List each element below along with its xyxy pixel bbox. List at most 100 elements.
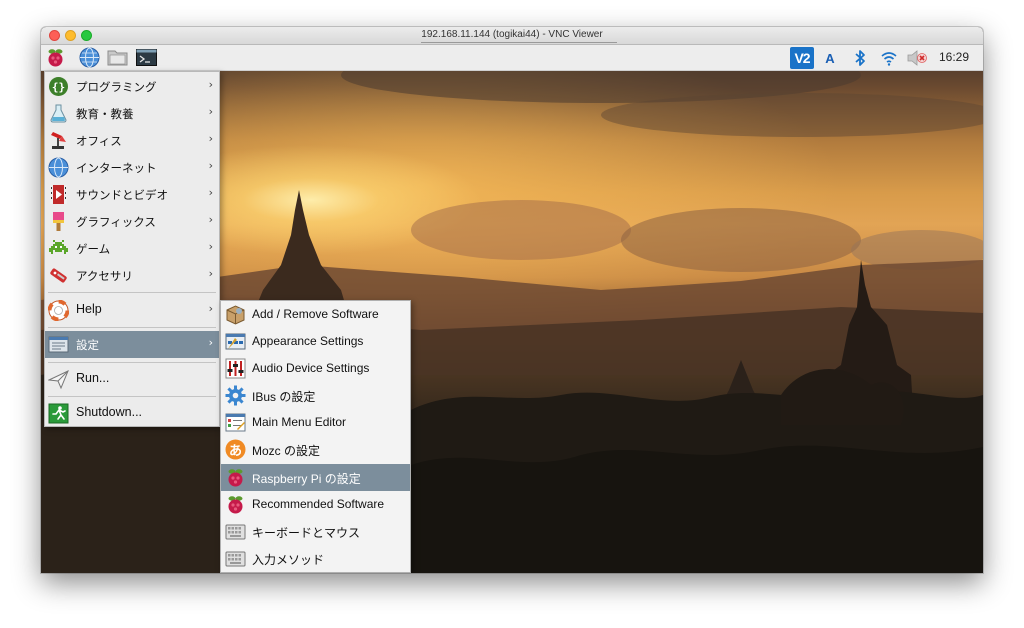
menu-item-education[interactable]: 教育・教養 ›	[45, 100, 219, 127]
office-icon	[48, 130, 69, 151]
gear-icon	[225, 385, 246, 406]
submenu-item-label: キーボードとマウス	[252, 526, 361, 540]
submenu-item-label: Raspberry Pi の設定	[252, 472, 361, 486]
clock[interactable]: 16:29	[939, 50, 969, 64]
menu-item-label: 設定	[76, 338, 99, 352]
graphics-icon	[48, 211, 69, 232]
submenu-item-recommended-software[interactable]: Recommended Software	[221, 491, 410, 518]
chevron-right-icon: ›	[208, 336, 213, 349]
chevron-right-icon: ›	[208, 213, 213, 226]
chevron-right-icon: ›	[208, 132, 213, 145]
menu-item-programming[interactable]: {} プログラミング ›	[45, 73, 219, 100]
menu-item-help[interactable]: Help ›	[45, 297, 219, 324]
settings-submenu: Add / Remove Software Appearance Setting…	[220, 300, 411, 573]
menu-item-label: 教育・教養	[76, 107, 134, 121]
web-browser-icon[interactable]	[79, 47, 100, 68]
wifi-icon[interactable]	[879, 48, 899, 68]
keyboard-icon	[225, 548, 246, 569]
menu-item-sound-video[interactable]: サウンドとビデオ ›	[45, 181, 219, 208]
menu-separator	[48, 292, 216, 293]
menu-item-shutdown[interactable]: Shutdown...	[45, 400, 219, 427]
title-bar[interactable]: 192.168.11.144 (togikai44) - VNC Viewer	[41, 27, 983, 45]
settings-icon	[48, 334, 69, 355]
menu-item-label: オフィス	[76, 134, 122, 148]
bluetooth-icon[interactable]	[852, 48, 868, 68]
title-underline	[421, 42, 617, 43]
accessories-icon	[48, 265, 69, 286]
submenu-item-input-method[interactable]: 入力メソッド	[221, 545, 410, 572]
submenu-item-label: Recommended Software	[252, 497, 385, 511]
submenu-item-label: 入力メソッド	[252, 553, 325, 567]
input-method-indicator[interactable]: A	[821, 48, 839, 68]
raspberry-menu-icon[interactable]	[45, 47, 66, 68]
file-manager-icon[interactable]	[107, 47, 128, 68]
submenu-item-audio-device-settings[interactable]: Audio Device Settings	[221, 355, 410, 382]
submenu-item-ibus-settings[interactable]: IBus の設定	[221, 382, 410, 409]
taskbar-panel: V2 A 16:29	[41, 45, 983, 71]
menu-item-label: Shutdown...	[76, 405, 143, 419]
sound-video-icon	[48, 184, 69, 205]
submenu-item-appearance-settings[interactable]: Appearance Settings	[221, 328, 410, 355]
menu-item-label: サウンドとビデオ	[76, 188, 168, 202]
window-title: 192.168.11.144 (togikai44) - VNC Viewer	[421, 29, 603, 40]
submenu-item-label: Mozc の設定	[252, 444, 321, 458]
menu-item-accessories[interactable]: アクセサリ ›	[45, 262, 219, 289]
package-icon	[225, 304, 246, 325]
menu-item-graphics[interactable]: グラフィックス ›	[45, 208, 219, 235]
menu-separator	[48, 362, 216, 363]
raspberry-icon	[225, 467, 246, 488]
menu-item-label: Run...	[76, 371, 110, 385]
menu-item-games[interactable]: ゲーム ›	[45, 235, 219, 262]
vnc-icon-text: V2	[794, 50, 810, 66]
shutdown-icon	[48, 403, 69, 424]
menu-item-label: Help	[76, 302, 102, 316]
volume-muted-icon[interactable]	[905, 48, 929, 68]
chevron-right-icon: ›	[208, 78, 213, 91]
keyboard-icon	[225, 521, 246, 542]
mozc-icon-text: あ	[228, 444, 242, 459]
chevron-right-icon: ›	[208, 159, 213, 172]
terminal-icon[interactable]	[136, 47, 157, 68]
internet-icon	[48, 157, 69, 178]
vnc-viewer-window: 192.168.11.144 (togikai44) - VNC Viewer	[41, 27, 983, 573]
programming-icon: {}	[48, 76, 69, 97]
svg-text:{}: {}	[52, 81, 65, 94]
menu-item-label: アクセサリ	[76, 269, 133, 283]
games-icon	[48, 238, 69, 259]
raspberry-icon	[225, 494, 246, 515]
submenu-item-label: Appearance Settings	[252, 334, 364, 348]
submenu-item-label: Audio Device Settings	[252, 361, 370, 375]
chevron-right-icon: ›	[208, 105, 213, 118]
menu-item-run[interactable]: Run...	[45, 366, 219, 393]
input-method-label: A	[825, 50, 835, 66]
menu-separator	[48, 396, 216, 397]
main-menu: {} プログラミング › 教育・教養 › オフィス › インターネット › サウ…	[44, 71, 220, 427]
audio-mixer-icon	[225, 358, 246, 379]
submenu-item-raspberry-pi-settings[interactable]: Raspberry Pi の設定	[221, 464, 410, 491]
menu-item-label: インターネット	[76, 161, 157, 175]
submenu-item-label: IBus の設定	[252, 390, 316, 404]
help-icon	[47, 299, 70, 322]
vnc-server-icon[interactable]: V2	[790, 47, 814, 69]
menu-item-label: プログラミング	[76, 80, 157, 94]
menu-editor-icon	[225, 412, 246, 433]
submenu-item-mozc-settings[interactable]: あ Mozc の設定	[221, 436, 410, 463]
submenu-item-add-remove-software[interactable]: Add / Remove Software	[221, 301, 410, 328]
chevron-right-icon: ›	[208, 267, 213, 280]
menu-item-label: グラフィックス	[76, 215, 156, 229]
menu-item-label: ゲーム	[76, 242, 111, 256]
chevron-right-icon: ›	[208, 302, 213, 315]
chevron-right-icon: ›	[208, 240, 213, 253]
menu-item-settings[interactable]: 設定 ›	[45, 331, 219, 358]
chevron-right-icon: ›	[208, 186, 213, 199]
menu-item-office[interactable]: オフィス ›	[45, 127, 219, 154]
submenu-item-label: Main Menu Editor	[252, 415, 347, 429]
run-icon	[47, 369, 69, 390]
mozc-icon: あ	[225, 439, 246, 460]
menu-item-internet[interactable]: インターネット ›	[45, 154, 219, 181]
submenu-item-main-menu-editor[interactable]: Main Menu Editor	[221, 409, 410, 436]
submenu-item-keyboard-mouse[interactable]: キーボードとマウス	[221, 518, 410, 545]
submenu-item-label: Add / Remove Software	[252, 307, 379, 321]
appearance-icon	[225, 331, 246, 352]
menu-separator	[48, 327, 216, 328]
